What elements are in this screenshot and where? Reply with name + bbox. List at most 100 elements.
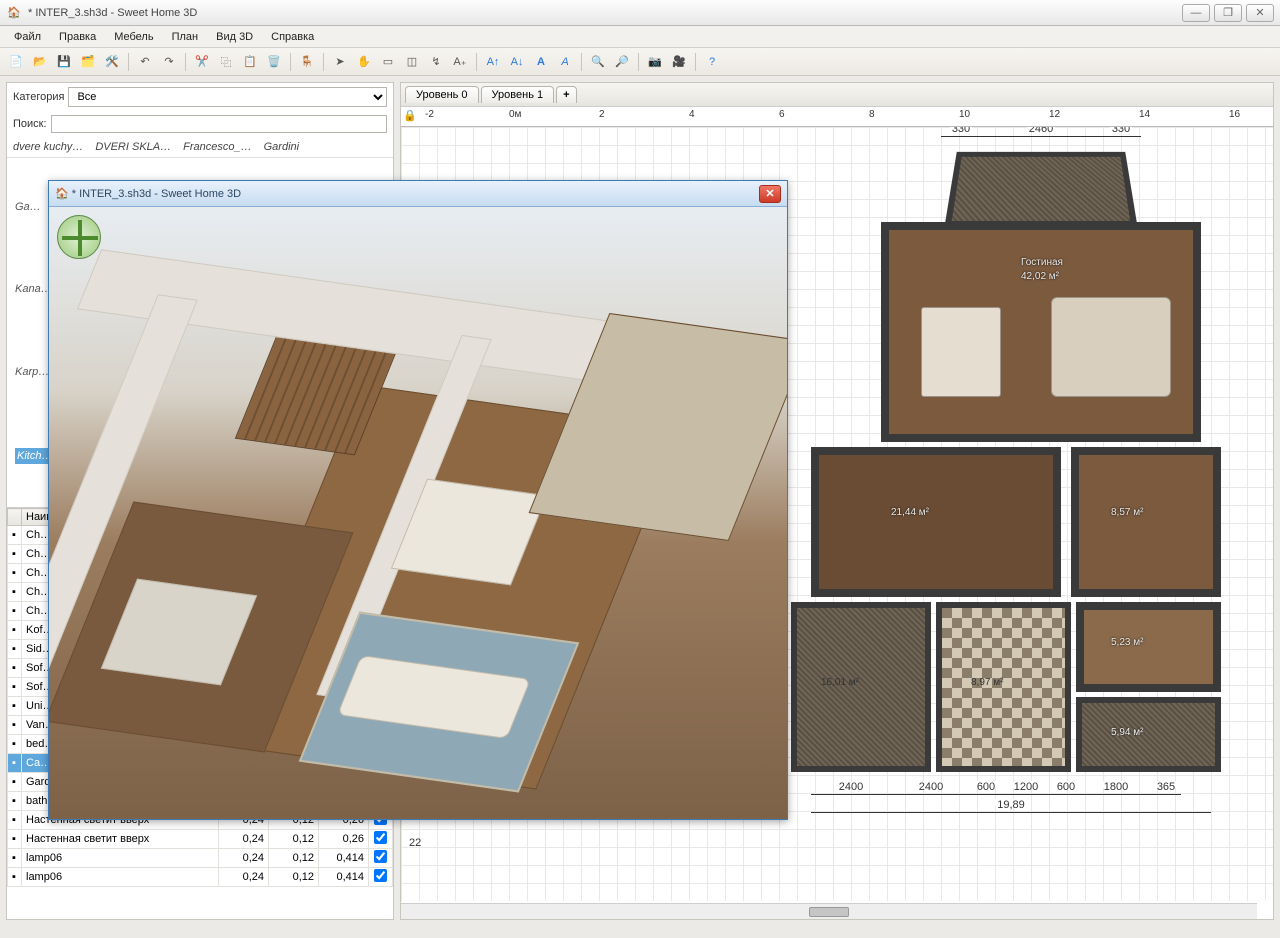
dimension-icon[interactable]: A₊ (450, 52, 470, 72)
row-d: 0,12 (269, 849, 319, 868)
row-icon: ▪ (8, 697, 22, 716)
video-icon[interactable]: 🎥 (669, 52, 689, 72)
row-d: 0,12 (269, 830, 319, 849)
view3d-titlebar[interactable]: 🏠 * INTER_3.sh3d - Sweet Home 3D ✕ (49, 181, 787, 207)
dimension: 365 (1151, 787, 1181, 795)
lock-icon[interactable]: 🔒 (401, 107, 417, 126)
help-icon[interactable]: ? (702, 52, 722, 72)
row-visible[interactable] (369, 830, 393, 849)
dimension: 330 (1101, 129, 1141, 137)
category-label: Категория (13, 91, 64, 103)
paste-icon[interactable]: 📋 (240, 52, 260, 72)
text-down-icon[interactable]: A↓ (507, 52, 527, 72)
row-icon: ▪ (8, 526, 22, 545)
table-row[interactable]: ▪lamp060,240,120,414 (8, 868, 393, 887)
undo-icon[interactable]: ↶ (135, 52, 155, 72)
open-icon[interactable]: 📂 (30, 52, 50, 72)
dimension: 600 (1051, 787, 1081, 795)
add-furniture-icon[interactable]: 🪑 (297, 52, 317, 72)
room-594[interactable] (1076, 697, 1221, 772)
menu-view3d[interactable]: Вид 3D (208, 29, 261, 45)
room-hall[interactable] (811, 447, 1061, 597)
room-bay[interactable] (944, 152, 1137, 228)
furn-table[interactable] (921, 307, 1001, 397)
menu-help[interactable]: Справка (263, 29, 322, 45)
toolbar-sep (290, 53, 291, 71)
view3d-window[interactable]: 🏠 * INTER_3.sh3d - Sweet Home 3D ✕ (48, 180, 788, 820)
row-icon: ▪ (8, 716, 22, 735)
table-row[interactable]: ▪Настенная светит вверх0,240,120,26 (8, 830, 393, 849)
table-row[interactable]: ▪lamp060,240,120,414 (8, 849, 393, 868)
search-input[interactable] (51, 115, 387, 133)
save-icon[interactable]: 💾 (54, 52, 74, 72)
ruler-horizontal: 🔒 -2 0м 2 4 6 8 10 12 14 16 (401, 107, 1273, 127)
toolbar-sep (476, 53, 477, 71)
row-icon: ▪ (8, 754, 22, 773)
row-h: 0,414 (319, 849, 369, 868)
ruler-tick: 12 (1049, 109, 1060, 120)
room-area: 8,97 м² (971, 677, 1003, 688)
row-icon: ▪ (8, 659, 22, 678)
furn-sofa[interactable] (1051, 297, 1171, 397)
catalog-tab[interactable]: Gardini (264, 141, 299, 153)
text-up-icon[interactable]: A↑ (483, 52, 503, 72)
row-d: 0,12 (269, 868, 319, 887)
category-row: Категория Все (7, 83, 393, 111)
room-857[interactable] (1071, 447, 1221, 597)
row-w: 0,24 (219, 868, 269, 887)
wall-icon[interactable]: ▭ (378, 52, 398, 72)
maximize-button[interactable]: ❐ (1214, 4, 1242, 22)
app-icon: 🏠 (55, 187, 69, 200)
nav-compass-icon[interactable] (57, 215, 101, 259)
catalog-tab[interactable]: DVERI SKLA… (95, 141, 171, 153)
room-1601[interactable] (791, 602, 931, 772)
delete-icon[interactable]: 🗑️ (264, 52, 284, 72)
prefs-icon[interactable]: 🛠️ (102, 52, 122, 72)
menu-edit[interactable]: Правка (51, 29, 104, 45)
level-tab-add[interactable]: + (556, 86, 576, 103)
text-italic-icon[interactable]: A (555, 52, 575, 72)
new-icon[interactable]: 📄 (6, 52, 26, 72)
window-titlebar: 🏠 * INTER_3.sh3d - Sweet Home 3D — ❐ ✕ (0, 0, 1280, 26)
catalog-tab[interactable]: dvere kuchy… (13, 141, 83, 153)
toolbar-sep (638, 53, 639, 71)
select-icon[interactable]: ➤ (330, 52, 350, 72)
room-area: 16,01 м² (821, 677, 859, 688)
toolbar-sep (185, 53, 186, 71)
menu-file[interactable]: Файл (6, 29, 49, 45)
view3d-close-button[interactable]: ✕ (759, 185, 781, 203)
zoom-in-icon[interactable]: 🔍 (588, 52, 608, 72)
redo-icon[interactable]: ↷ (159, 52, 179, 72)
close-button[interactable]: ✕ (1246, 4, 1274, 22)
row-icon: ▪ (8, 811, 22, 830)
row-visible[interactable] (369, 849, 393, 868)
dimension: 2400 (891, 787, 971, 795)
minimize-button[interactable]: — (1182, 4, 1210, 22)
room-897[interactable] (936, 602, 1071, 772)
level-tab-1[interactable]: Уровень 1 (481, 86, 555, 103)
ruler-tick: -2 (425, 109, 434, 120)
level-tab-0[interactable]: Уровень 0 (405, 86, 479, 103)
room-523[interactable] (1076, 602, 1221, 692)
catalog-tab[interactable]: Francesco_… (183, 141, 251, 153)
saveas-icon[interactable]: 🗂️ (78, 52, 98, 72)
menu-furniture[interactable]: Мебель (106, 29, 161, 45)
category-select[interactable]: Все (68, 87, 387, 107)
zoom-out-icon[interactable]: 🔎 (612, 52, 632, 72)
cut-icon[interactable]: ✂️ (192, 52, 212, 72)
view3d-canvas[interactable] (49, 207, 787, 819)
text-bold-icon[interactable]: A (531, 52, 551, 72)
dimension: 2460 (981, 129, 1101, 137)
level-tabs: Уровень 0 Уровень 1 + (401, 83, 1273, 107)
copy-icon[interactable]: ⿻ (216, 52, 236, 72)
photo-icon[interactable]: 📷 (645, 52, 665, 72)
polyline-icon[interactable]: ↯ (426, 52, 446, 72)
menu-plan[interactable]: План (164, 29, 207, 45)
room-icon[interactable]: ◫ (402, 52, 422, 72)
pan-icon[interactable]: ✋ (354, 52, 374, 72)
ruler-tick: 4 (689, 109, 695, 120)
row-icon: ▪ (8, 602, 22, 621)
row-visible[interactable] (369, 868, 393, 887)
horizontal-scrollbar[interactable] (401, 903, 1257, 919)
row-icon: ▪ (8, 564, 22, 583)
